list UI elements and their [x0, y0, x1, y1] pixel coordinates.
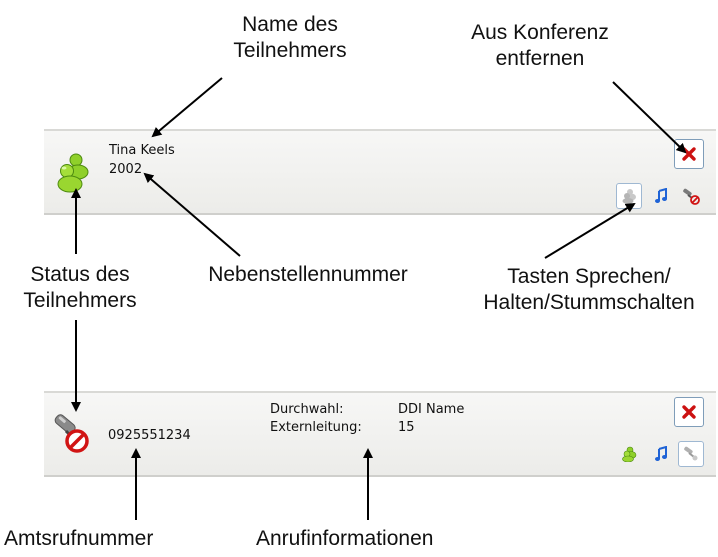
arrow-to-buttons: [544, 202, 636, 259]
arrow-to-remove: [612, 81, 687, 154]
arrow-to-name: [151, 77, 223, 138]
arrow-to-extension: [143, 172, 241, 257]
annotation-arrows: [71, 77, 687, 520]
